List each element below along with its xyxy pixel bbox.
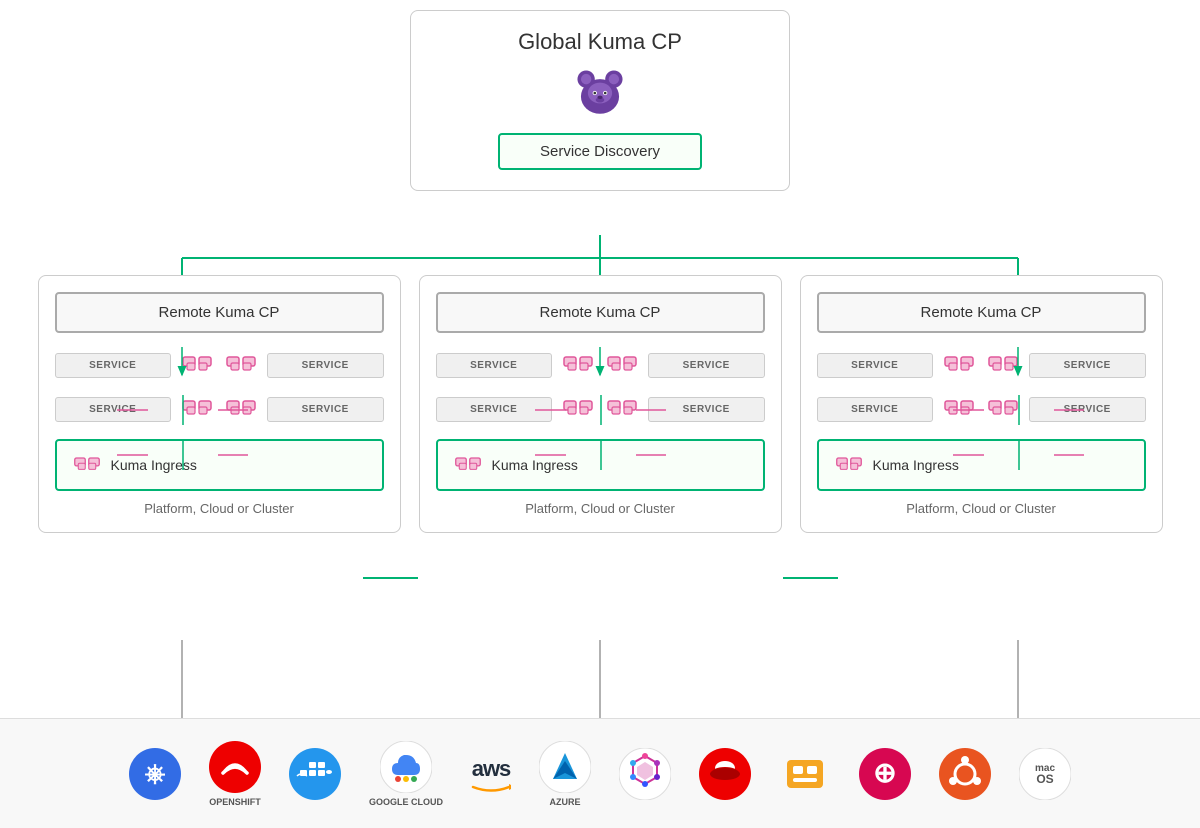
service-label: SERVICE <box>817 397 934 422</box>
aws-arrow <box>471 782 511 792</box>
azure-label: Azure <box>550 797 581 807</box>
logo-openshift: OPENSHIFT <box>209 741 261 807</box>
macos-icon: mac OS <box>1019 748 1071 800</box>
logo-redhat <box>699 748 751 800</box>
service-label: SERVICE <box>267 353 384 378</box>
service-label: SERVICE <box>1029 397 1146 422</box>
proxy-icon <box>985 347 1021 383</box>
logo-kong-mesh <box>619 748 671 800</box>
diagram-container: Global Kuma CP Service Discovery Re <box>0 0 1200 828</box>
logo-azure: Azure <box>539 741 591 807</box>
docker-icon <box>289 748 341 800</box>
cluster-panel-3: Remote Kuma CP SERVICE <box>800 275 1163 533</box>
service-label: SERVICE <box>436 397 553 422</box>
aws-text-icon: aws <box>472 756 511 782</box>
global-cp-box: Global Kuma CP Service Discovery <box>410 10 790 191</box>
remote-cp-2: Remote Kuma CP <box>436 292 765 333</box>
logos-bar: ⎈ OPENSHIFT <box>0 718 1200 828</box>
ingress-box-1: Kuma Ingress <box>55 439 384 491</box>
svg-text:OS: OS <box>1036 772 1053 786</box>
ingress-icon <box>73 451 101 479</box>
service-discovery-label: Service Discovery <box>540 143 660 160</box>
openshift-label: OPENSHIFT <box>209 797 261 807</box>
logo-ubuntu <box>939 748 991 800</box>
proxy-icon <box>941 391 977 427</box>
ingress-label-1: Kuma Ingress <box>111 457 197 473</box>
proxy-icon <box>560 391 596 427</box>
service-label: SERVICE <box>436 353 553 378</box>
proxy-icon <box>179 391 215 427</box>
service-row-3-2: SERVICE <box>817 391 1146 427</box>
proxy-icon <box>604 391 640 427</box>
logo-google-cloud: Google Cloud <box>369 741 443 807</box>
cluster-panel-2: Remote Kuma CP SERVICE <box>419 275 782 533</box>
service-label: SERVICE <box>1029 353 1146 378</box>
service-discovery-box: Service Discovery <box>498 133 702 170</box>
logo-aws: aws <box>471 756 511 792</box>
clusters-row: Remote Kuma CP SERVICE <box>10 275 1190 533</box>
redhat-icon <box>699 748 751 800</box>
service-label: SERVICE <box>267 397 384 422</box>
ubuntu-icon <box>939 748 991 800</box>
kong-mesh-icon <box>619 748 671 800</box>
openshift-icon <box>209 741 261 793</box>
proxy-icon <box>223 347 259 383</box>
proxy-icon <box>179 347 215 383</box>
debian-icon: ⊕ <box>859 748 911 800</box>
logo-debian: ⊕ <box>859 748 911 800</box>
ingress-label-3: Kuma Ingress <box>873 457 959 473</box>
cluster-label-1: Platform, Cloud or Cluster <box>55 501 384 516</box>
proxy-icon <box>985 391 1021 427</box>
remote-cp-1: Remote Kuma CP <box>55 292 384 333</box>
cluster-label-3: Platform, Cloud or Cluster <box>817 501 1146 516</box>
logo-macos: mac OS <box>1019 748 1071 800</box>
ingress-label-2: Kuma Ingress <box>492 457 578 473</box>
remote-cp-3: Remote Kuma CP <box>817 292 1146 333</box>
azure-icon <box>539 741 591 793</box>
proxy-icon <box>941 347 977 383</box>
global-cp-title: Global Kuma CP <box>518 29 682 55</box>
service-label: SERVICE <box>55 397 172 422</box>
proxy-icon <box>223 391 259 427</box>
proxy-icon <box>604 347 640 383</box>
ingress-box-2: Kuma Ingress <box>436 439 765 491</box>
service-row-1-2: SERVICE <box>55 391 384 427</box>
rancher-icon <box>779 748 831 800</box>
service-row-3-1: SERVICE <box>817 347 1146 383</box>
service-label: SERVICE <box>55 353 172 378</box>
cluster-panel-1: Remote Kuma CP SERVICE <box>38 275 401 533</box>
service-label: SERVICE <box>817 353 934 378</box>
service-row-1-1: SERVICE <box>55 347 384 383</box>
proxy-icon <box>560 347 596 383</box>
kubernetes-icon: ⎈ <box>129 748 181 800</box>
kuma-bear-icon <box>574 67 626 119</box>
ingress-box-3: Kuma Ingress <box>817 439 1146 491</box>
svg-text:⊕: ⊕ <box>873 757 896 788</box>
service-row-2-1: SERVICE <box>436 347 765 383</box>
logo-rancher <box>779 748 831 800</box>
svg-text:⎈: ⎈ <box>145 758 166 788</box>
cluster-label-2: Platform, Cloud or Cluster <box>436 501 765 516</box>
ingress-icon <box>454 451 482 479</box>
logo-kubernetes: ⎈ <box>129 748 181 800</box>
logo-docker <box>289 748 341 800</box>
google-cloud-label: Google Cloud <box>369 797 443 807</box>
service-row-2-2: SERVICE <box>436 391 765 427</box>
google-cloud-icon <box>380 741 432 793</box>
service-label: SERVICE <box>648 397 765 422</box>
service-label: SERVICE <box>648 353 765 378</box>
ingress-icon <box>835 451 863 479</box>
